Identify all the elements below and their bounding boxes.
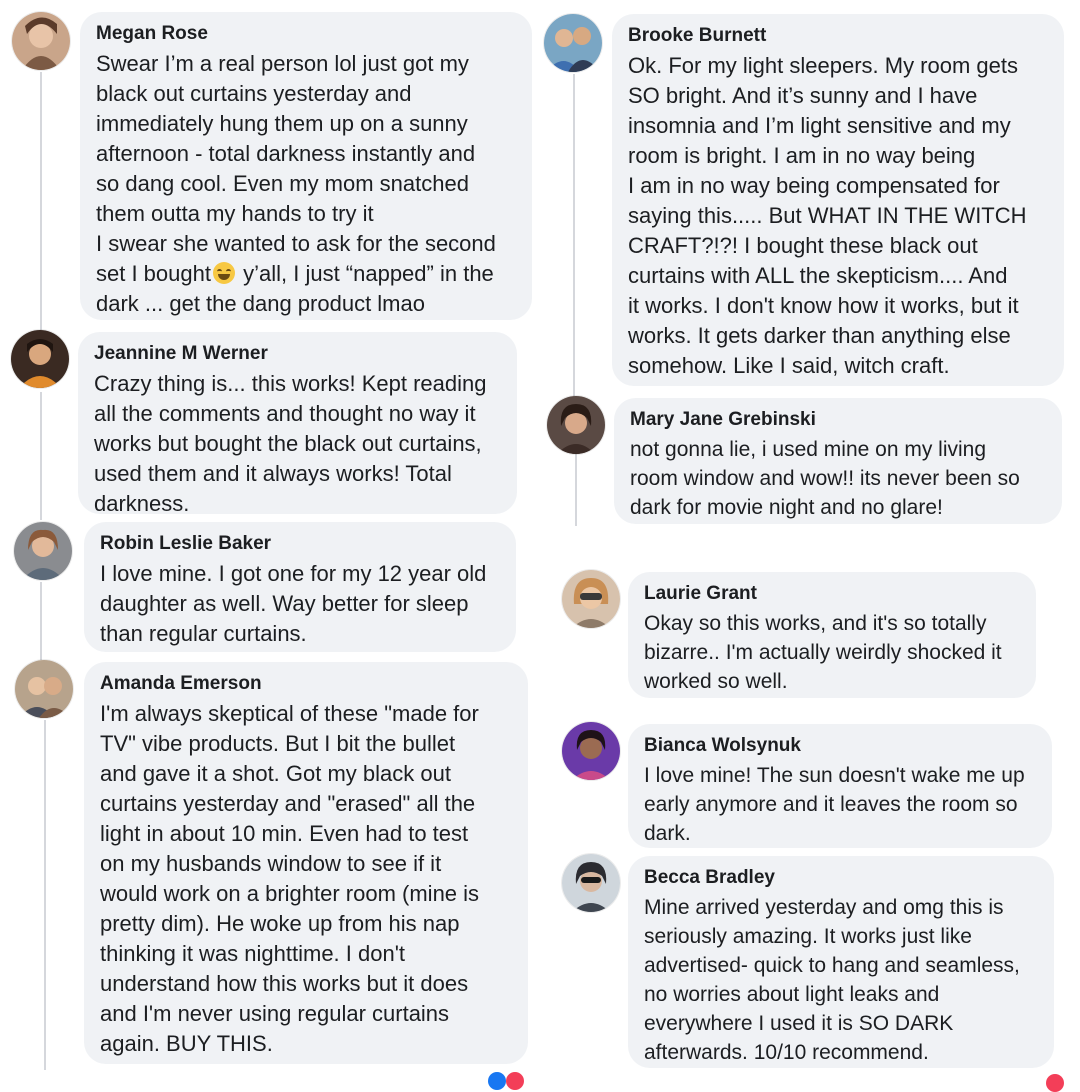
avatar[interactable] xyxy=(547,396,605,454)
avatar[interactable] xyxy=(11,330,69,388)
thread-line xyxy=(573,74,575,404)
laughing-emoji-icon xyxy=(212,262,235,284)
comment-text: Ok. For my light sleepers. My room gets … xyxy=(628,53,1027,378)
commenter-name[interactable]: Jeannine M Werner xyxy=(94,342,503,366)
avatar[interactable] xyxy=(15,660,73,718)
love-reaction-icon xyxy=(1046,1074,1064,1092)
commenter-name[interactable]: Bianca Wolsynuk xyxy=(644,734,1038,758)
commenter-name[interactable]: Brooke Burnett xyxy=(628,24,1050,48)
comment-text: I love mine! The sun doesn't wake me up … xyxy=(644,764,1025,845)
comment-text: Okay so this works, and it's so totally … xyxy=(644,612,1002,693)
comment-bubble: Mary Jane Grebinski not gonna lie, i use… xyxy=(614,398,1062,524)
avatar[interactable] xyxy=(562,722,620,780)
commenter-name[interactable]: Amanda Emerson xyxy=(100,672,514,696)
comment-bubble: Megan Rose Swear I’m a real person lol j… xyxy=(80,12,532,320)
thread-line xyxy=(40,392,42,520)
comment-bubble: Amanda Emerson I'm always skeptical of t… xyxy=(84,662,528,1064)
commenter-name[interactable]: Laurie Grant xyxy=(644,582,1022,606)
thread-line xyxy=(40,72,42,334)
like-reaction-icon xyxy=(488,1072,506,1090)
comment-text: I'm always skeptical of these "made for … xyxy=(100,701,480,1056)
comment-text: Mine arrived yesterday and omg this is s… xyxy=(644,896,1020,1064)
avatar[interactable] xyxy=(562,854,620,912)
comment-text: Crazy thing is... this works! Kept readi… xyxy=(94,371,487,516)
comment-text: Swear I’m a real person lol just got my … xyxy=(96,49,518,319)
commenter-name[interactable]: Mary Jane Grebinski xyxy=(630,408,1048,432)
comment-bubble: Becca Bradley Mine arrived yesterday and… xyxy=(628,856,1054,1068)
comment-bubble: Bianca Wolsynuk I love mine! The sun doe… xyxy=(628,724,1052,848)
comment-bubble: Robin Leslie Baker I love mine. I got on… xyxy=(84,522,516,652)
commenter-name[interactable]: Becca Bradley xyxy=(644,866,1040,890)
comment-bubble: Brooke Burnett Ok. For my light sleepers… xyxy=(612,14,1064,386)
comment-text: I love mine. I got one for my 12 year ol… xyxy=(100,561,487,646)
comment-text: not gonna lie, i used mine on my living … xyxy=(630,438,1020,519)
avatar[interactable] xyxy=(544,14,602,72)
comment-text-part: Swear I’m a real person lol just got my … xyxy=(96,51,496,286)
commenter-name[interactable]: Robin Leslie Baker xyxy=(100,532,502,556)
avatar[interactable] xyxy=(14,522,72,580)
comment-bubble: Jeannine M Werner Crazy thing is... this… xyxy=(78,332,517,516)
thread-line xyxy=(40,582,42,660)
thread-line xyxy=(575,454,577,526)
comment-bubble: Laurie Grant Okay so this works, and it'… xyxy=(628,572,1036,698)
avatar[interactable] xyxy=(12,12,70,70)
love-reaction-icon xyxy=(506,1072,524,1090)
commenter-name[interactable]: Megan Rose xyxy=(96,22,518,46)
avatar[interactable] xyxy=(562,570,620,628)
thread-line xyxy=(44,720,46,1070)
